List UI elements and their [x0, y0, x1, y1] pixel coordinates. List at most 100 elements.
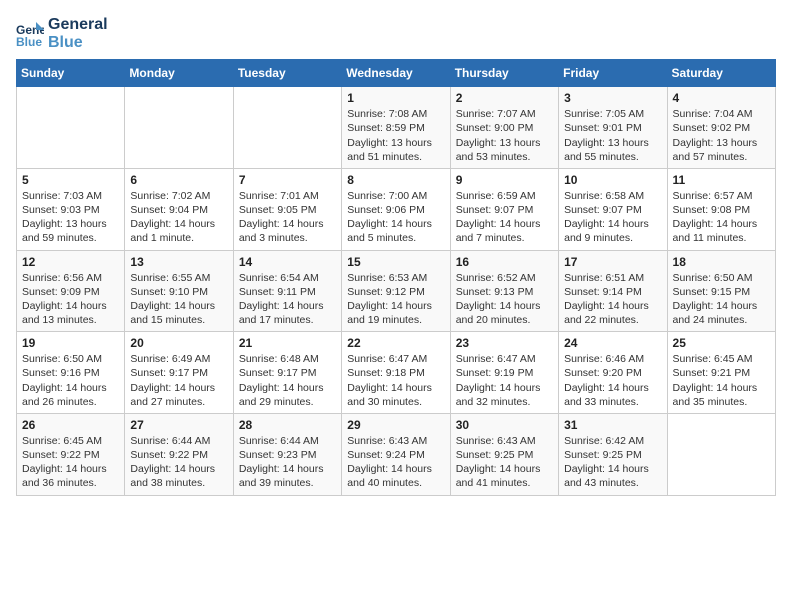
day-info: Sunrise: 6:53 AMSunset: 9:12 PMDaylight:…: [347, 271, 444, 328]
calendar-cell: [17, 87, 125, 169]
day-info: Sunrise: 6:42 AMSunset: 9:25 PMDaylight:…: [564, 434, 661, 491]
day-number: 16: [456, 255, 553, 269]
day-number: 18: [673, 255, 770, 269]
day-number: 28: [239, 418, 336, 432]
day-info: Sunrise: 6:49 AMSunset: 9:17 PMDaylight:…: [130, 352, 227, 409]
calendar-cell: 26Sunrise: 6:45 AMSunset: 9:22 PMDayligh…: [17, 413, 125, 495]
day-number: 22: [347, 336, 444, 350]
logo-icon: General Blue: [16, 20, 44, 48]
logo-line1: General: [48, 16, 108, 34]
day-number: 12: [22, 255, 119, 269]
calendar-cell: 14 Sunrise: 6:54 AMSunset: 9:11 PMDayligh…: [233, 250, 341, 332]
day-number: 2: [456, 91, 553, 105]
page-header: General Blue General Blue: [16, 16, 776, 51]
day-info: Sunrise: 6:48 AMSunset: 9:17 PMDaylight:…: [239, 352, 336, 409]
day-number: 30: [456, 418, 553, 432]
calendar-cell: 23Sunrise: 6:47 AMSunset: 9:19 PMDayligh…: [450, 332, 558, 414]
day-info: Sunrise: 7:07 AMSunset: 9:00 PMDaylight:…: [456, 107, 553, 164]
calendar-cell: 8 Sunrise: 7:00 AMSunset: 9:06 PMDaylight…: [342, 168, 450, 250]
day-info: Sunrise: 6:46 AMSunset: 9:20 PMDaylight:…: [564, 352, 661, 409]
day-info: Sunrise: 7:03 AMSunset: 9:03 PMDaylight:…: [22, 189, 119, 246]
calendar-cell: 5 Sunrise: 7:03 AMSunset: 9:03 PMDaylight…: [17, 168, 125, 250]
weekday-header-wednesday: Wednesday: [342, 60, 450, 87]
calendar-cell: 27 Sunrise: 6:44 AMSunset: 9:22 PMDayligh…: [125, 413, 233, 495]
day-info: Sunrise: 6:43 AMSunset: 9:24 PMDaylight:…: [347, 434, 444, 491]
day-info: Sunrise: 7:08 AMSunset: 8:59 PMDaylight:…: [347, 107, 444, 164]
calendar-cell: [125, 87, 233, 169]
calendar-cell: 21 Sunrise: 6:48 AMSunset: 9:17 PMDayligh…: [233, 332, 341, 414]
calendar-cell: 10Sunrise: 6:58 AMSunset: 9:07 PMDayligh…: [559, 168, 667, 250]
logo-line2: Blue: [48, 34, 108, 52]
weekday-header-thursday: Thursday: [450, 60, 558, 87]
weekday-header-monday: Monday: [125, 60, 233, 87]
day-info: Sunrise: 7:02 AMSunset: 9:04 PMDaylight:…: [130, 189, 227, 246]
calendar-cell: 9 Sunrise: 6:59 AMSunset: 9:07 PMDaylight…: [450, 168, 558, 250]
day-info: Sunrise: 6:58 AMSunset: 9:07 PMDaylight:…: [564, 189, 661, 246]
calendar-cell: 15 Sunrise: 6:53 AMSunset: 9:12 PMDayligh…: [342, 250, 450, 332]
day-info: Sunrise: 6:45 AMSunset: 9:22 PMDaylight:…: [22, 434, 119, 491]
day-info: Sunrise: 7:00 AMSunset: 9:06 PMDaylight:…: [347, 189, 444, 246]
day-number: 14: [239, 255, 336, 269]
day-info: Sunrise: 6:54 AMSunset: 9:11 PMDaylight:…: [239, 271, 336, 328]
logo: General Blue General Blue: [16, 16, 108, 51]
calendar-week-4: 19 Sunrise: 6:50 AMSunset: 9:16 PMDayligh…: [17, 332, 776, 414]
calendar-cell: 1 Sunrise: 7:08 AMSunset: 8:59 PMDaylight…: [342, 87, 450, 169]
day-number: 4: [673, 91, 770, 105]
calendar-cell: 31 Sunrise: 6:42 AMSunset: 9:25 PMDayligh…: [559, 413, 667, 495]
calendar-cell: 30Sunrise: 6:43 AMSunset: 9:25 PMDayligh…: [450, 413, 558, 495]
day-number: 31: [564, 418, 661, 432]
calendar-cell: 29 Sunrise: 6:43 AMSunset: 9:24 PMDayligh…: [342, 413, 450, 495]
day-number: 19: [22, 336, 119, 350]
calendar-cell: 2 Sunrise: 7:07 AMSunset: 9:00 PMDaylight…: [450, 87, 558, 169]
calendar-cell: [667, 413, 775, 495]
day-number: 27: [130, 418, 227, 432]
svg-text:Blue: Blue: [16, 35, 42, 48]
day-info: Sunrise: 6:45 AMSunset: 9:21 PMDaylight:…: [673, 352, 770, 409]
calendar-cell: 16 Sunrise: 6:52 AMSunset: 9:13 PMDayligh…: [450, 250, 558, 332]
day-info: Sunrise: 7:05 AMSunset: 9:01 PMDaylight:…: [564, 107, 661, 164]
day-number: 20: [130, 336, 227, 350]
calendar-cell: 22Sunrise: 6:47 AMSunset: 9:18 PMDayligh…: [342, 332, 450, 414]
weekday-header-tuesday: Tuesday: [233, 60, 341, 87]
calendar-cell: 12 Sunrise: 6:56 AMSunset: 9:09 PMDayligh…: [17, 250, 125, 332]
calendar-week-1: 1 Sunrise: 7:08 AMSunset: 8:59 PMDaylight…: [17, 87, 776, 169]
calendar-cell: 3 Sunrise: 7:05 AMSunset: 9:01 PMDaylight…: [559, 87, 667, 169]
calendar-week-5: 26Sunrise: 6:45 AMSunset: 9:22 PMDayligh…: [17, 413, 776, 495]
calendar-cell: 28 Sunrise: 6:44 AMSunset: 9:23 PMDayligh…: [233, 413, 341, 495]
day-info: Sunrise: 6:44 AMSunset: 9:22 PMDaylight:…: [130, 434, 227, 491]
day-number: 25: [673, 336, 770, 350]
day-number: 9: [456, 173, 553, 187]
calendar-week-2: 5 Sunrise: 7:03 AMSunset: 9:03 PMDaylight…: [17, 168, 776, 250]
day-info: Sunrise: 6:50 AMSunset: 9:16 PMDaylight:…: [22, 352, 119, 409]
day-number: 15: [347, 255, 444, 269]
day-number: 3: [564, 91, 661, 105]
calendar-cell: 18Sunrise: 6:50 AMSunset: 9:15 PMDayligh…: [667, 250, 775, 332]
day-info: Sunrise: 6:52 AMSunset: 9:13 PMDaylight:…: [456, 271, 553, 328]
calendar-cell: 11Sunrise: 6:57 AMSunset: 9:08 PMDayligh…: [667, 168, 775, 250]
day-number: 13: [130, 255, 227, 269]
day-number: 7: [239, 173, 336, 187]
calendar-week-3: 12 Sunrise: 6:56 AMSunset: 9:09 PMDayligh…: [17, 250, 776, 332]
day-number: 21: [239, 336, 336, 350]
day-info: Sunrise: 6:55 AMSunset: 9:10 PMDaylight:…: [130, 271, 227, 328]
calendar-cell: 19 Sunrise: 6:50 AMSunset: 9:16 PMDayligh…: [17, 332, 125, 414]
day-info: Sunrise: 7:04 AMSunset: 9:02 PMDaylight:…: [673, 107, 770, 164]
day-info: Sunrise: 6:44 AMSunset: 9:23 PMDaylight:…: [239, 434, 336, 491]
day-number: 5: [22, 173, 119, 187]
day-number: 11: [673, 173, 770, 187]
calendar-cell: 17Sunrise: 6:51 AMSunset: 9:14 PMDayligh…: [559, 250, 667, 332]
calendar-cell: [233, 87, 341, 169]
day-info: Sunrise: 7:01 AMSunset: 9:05 PMDaylight:…: [239, 189, 336, 246]
day-number: 29: [347, 418, 444, 432]
calendar-cell: 4 Sunrise: 7:04 AMSunset: 9:02 PMDaylight…: [667, 87, 775, 169]
day-number: 8: [347, 173, 444, 187]
day-number: 17: [564, 255, 661, 269]
day-number: 24: [564, 336, 661, 350]
weekday-header-saturday: Saturday: [667, 60, 775, 87]
day-info: Sunrise: 6:59 AMSunset: 9:07 PMDaylight:…: [456, 189, 553, 246]
weekday-header-friday: Friday: [559, 60, 667, 87]
calendar-cell: 20 Sunrise: 6:49 AMSunset: 9:17 PMDayligh…: [125, 332, 233, 414]
weekday-header-row: SundayMondayTuesdayWednesdayThursdayFrid…: [17, 60, 776, 87]
day-number: 1: [347, 91, 444, 105]
day-info: Sunrise: 6:56 AMSunset: 9:09 PMDaylight:…: [22, 271, 119, 328]
